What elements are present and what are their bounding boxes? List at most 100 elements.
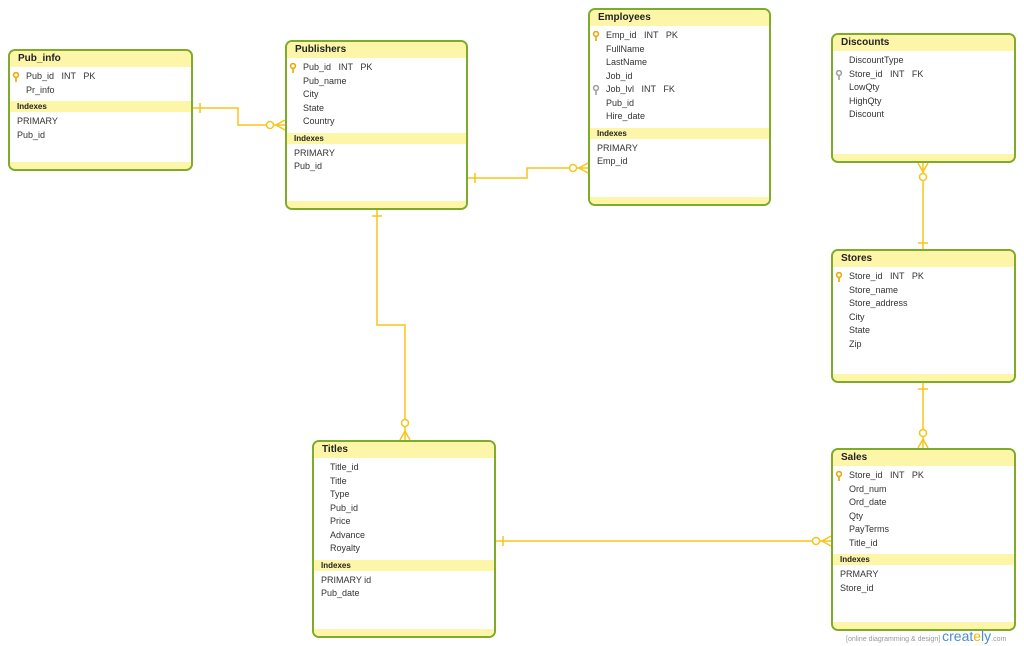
table-employees[interactable]: Employees Emp_id INT PK FullName LastName Jo… (588, 8, 771, 206)
table-publishers[interactable]: Publishers Pub_id INT PK Pub_name City State… (285, 40, 468, 210)
index-row: PRMARY (840, 569, 879, 579)
table-title: Titles (314, 442, 494, 458)
field-row: Zip (849, 338, 862, 349)
primary-key-icon (289, 62, 297, 73)
table-title: Sales (833, 450, 1014, 466)
field-row: Pub_id INT PK (10, 70, 191, 84)
field-row: State (849, 325, 871, 335)
foreign-key-icon (592, 84, 600, 95)
primary-key-icon (12, 71, 20, 82)
table-title: Employees (590, 10, 769, 26)
brand-domain: .com (991, 636, 1007, 643)
field-row: DiscountType (849, 55, 904, 65)
table-title: Publishers (287, 42, 466, 58)
field-list: Pub_id INT PK Pr_info (10, 67, 191, 101)
field-row: Title_id (330, 462, 359, 472)
field-row: Qty (849, 510, 864, 521)
field-list: Pub_id INT PK Pub_name City State Country (287, 58, 466, 133)
zero-marker (568, 163, 578, 173)
field-row: City (303, 89, 319, 99)
field-row: State (303, 102, 325, 113)
field-row: Title (330, 475, 347, 486)
primary-key-icon (592, 30, 600, 41)
table-pub_info[interactable]: Pub_info Pub_id INT PK Pr_info Indexes PRIMA… (8, 49, 193, 171)
table-title: Discounts (833, 35, 1014, 51)
field-row: Job_lvl INT FK (590, 83, 769, 97)
index-row: PRIMARY (597, 142, 638, 153)
field-row: Type (330, 489, 350, 499)
field-row: Pub_name (303, 75, 347, 86)
table-footer (833, 374, 1014, 381)
field-row: Pub_id (330, 502, 359, 513)
field-row: Ord_date (849, 497, 887, 507)
field-row: Ord_num (849, 483, 887, 494)
field-row: LowQty (849, 82, 880, 92)
index-row: Pub_date (321, 588, 360, 598)
index-row: PRIMARY (17, 116, 58, 126)
primary-key-icon (835, 271, 843, 282)
field-row: Pub_id INT PK (287, 61, 466, 75)
index-list: PRIMARY id Pub_date (314, 571, 494, 604)
zero-marker (265, 120, 275, 130)
table-title: Stores (833, 251, 1014, 267)
index-row: PRIMARY (294, 147, 335, 158)
field-row: Store_name (849, 284, 899, 295)
table-footer (10, 162, 191, 169)
field-list: Store_id INT PK Store_name Store_address Ci… (833, 267, 1014, 355)
field-row: Pub_id (606, 97, 635, 108)
field-row: Discount (849, 109, 885, 119)
index-list: PRMARY Store_id (833, 565, 1014, 598)
field-list: Title_id Title Type Pub_id Price Advance Royal… (314, 458, 494, 560)
table-title: Pub_info (10, 51, 191, 67)
indexes-header: Indexes (10, 101, 191, 112)
relationship-line (376, 210, 406, 440)
table-discounts[interactable]: Discounts DiscountType Store_id INT FK LowQ… (831, 33, 1016, 163)
table-footer (287, 201, 466, 208)
index-list: PRIMARY Pub_id (287, 144, 466, 177)
indexes-header: Indexes (287, 132, 466, 144)
zero-marker (918, 172, 928, 182)
indexes-header: Indexes (314, 559, 494, 571)
indexes-header: Indexes (833, 554, 1014, 565)
field-row: Hire_date (606, 111, 646, 121)
field-row: City (849, 311, 865, 322)
field-row: Store_id INT FK (833, 68, 1014, 82)
field-row: FullName (606, 43, 645, 54)
index-list: PRIMARY Pub_id (10, 112, 191, 145)
field-row: Title_id (849, 537, 878, 548)
index-row: Emp_id (597, 156, 628, 166)
field-list: Emp_id INT PK FullName LastName Job_id Job_l… (590, 26, 769, 128)
index-row: PRIMARY id (321, 574, 372, 585)
field-list: DiscountType Store_id INT FK LowQty HighQty… (833, 51, 1014, 126)
field-list: Store_id INT PK Ord_num Ord_date Qty PayTerm… (833, 466, 1014, 554)
field-row: Store_id INT PK (833, 469, 1014, 483)
field-row: Royalty (330, 543, 361, 553)
table-footer (590, 197, 769, 204)
table-sales[interactable]: Sales Store_id INT PK Ord_num Ord_date Qty Pa… (831, 448, 1016, 631)
primary-key-icon (835, 470, 843, 481)
index-row: Pub_id (17, 129, 46, 140)
table-footer (833, 154, 1014, 161)
field-row: Country (303, 116, 335, 126)
field-row: PayTerms (849, 524, 890, 534)
field-row: Advance (330, 529, 366, 540)
zero-marker (811, 536, 821, 546)
creately-watermark: [online diagramming & design] creately.c… (846, 628, 1007, 644)
field-row: Emp_id INT PK (590, 29, 769, 43)
brand-tagline: [online diagramming & design] (846, 636, 941, 643)
table-footer (314, 629, 494, 636)
field-row: Job_id (606, 70, 633, 81)
field-row: Store_address (849, 298, 908, 308)
indexes-header: Indexes (590, 127, 769, 139)
field-row: HighQty (849, 95, 882, 106)
zero-marker (400, 418, 410, 428)
table-stores[interactable]: Stores Store_id INT PK Store_name Store_add… (831, 249, 1016, 383)
index-row: Store_id (840, 582, 874, 593)
table-titles[interactable]: Titles Title_id Title Type Pub_id Price Advanc… (312, 440, 496, 638)
zero-marker (918, 428, 928, 438)
field-row: Store_id INT PK (833, 270, 1014, 284)
index-list: PRIMARY Emp_id (590, 139, 769, 172)
foreign-key-icon (835, 69, 843, 80)
field-row: Pr_info (26, 84, 55, 95)
field-row: LastName (606, 57, 648, 67)
